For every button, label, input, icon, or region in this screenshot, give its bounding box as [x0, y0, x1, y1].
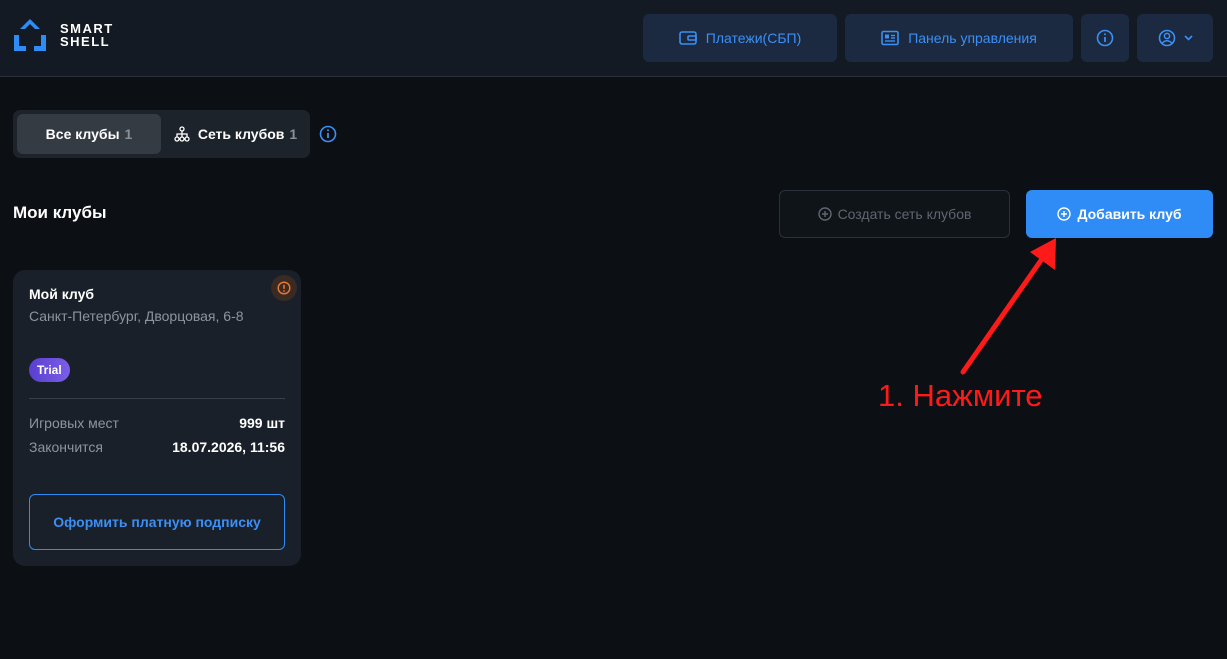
annotation-arrow [960, 238, 1056, 375]
annotation-text: 1. Нажмите [878, 378, 1043, 413]
